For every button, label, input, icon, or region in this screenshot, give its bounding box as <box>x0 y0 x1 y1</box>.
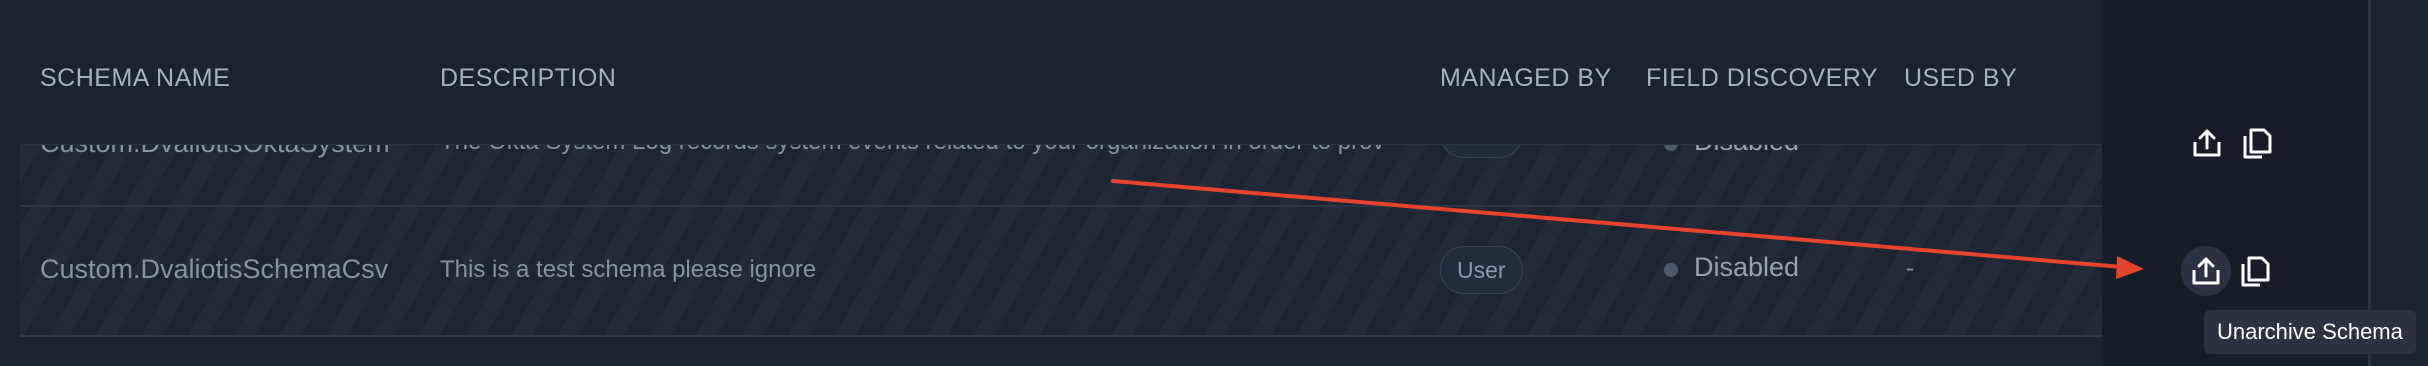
header-divider <box>20 144 2102 145</box>
table-header: SCHEMA NAME DESCRIPTION MANAGED BY FIELD… <box>0 0 2102 145</box>
copy-icon <box>2241 256 2270 287</box>
unarchive-button[interactable] <box>2181 246 2231 296</box>
duplicate-button[interactable] <box>2230 246 2280 296</box>
copy-icon <box>2243 128 2272 159</box>
duplicate-button[interactable] <box>2232 118 2282 168</box>
managed-by-badge: User <box>1440 246 1523 294</box>
column-header-used-by[interactable]: USED BY <box>1904 64 2017 93</box>
used-by-value: - <box>1906 255 1914 282</box>
description-cell: This is a test schema please ignore <box>440 256 817 283</box>
unarchive-icon <box>2193 129 2221 157</box>
column-header-description[interactable]: DESCRIPTION <box>440 64 616 93</box>
unarchive-button[interactable] <box>2182 118 2232 168</box>
row-divider <box>20 205 2292 207</box>
unarchive-icon <box>2192 257 2220 285</box>
column-header-schema-name[interactable]: SCHEMA NAME <box>40 64 230 93</box>
column-header-field-discovery[interactable]: FIELD DISCOVERY <box>1646 64 1878 93</box>
column-header-managed-by[interactable]: MANAGED BY <box>1440 64 1612 93</box>
field-discovery-status: Disabled <box>1694 252 1800 282</box>
row-divider <box>20 335 2292 337</box>
schema-name-cell[interactable]: Custom.DvaliotisSchemaCsv <box>40 254 440 285</box>
unarchive-tooltip: Unarchive Schema <box>2204 310 2416 354</box>
table-row[interactable]: Custom.DvaliotisSchemaCsv This is a test… <box>20 206 2102 336</box>
status-dot-icon <box>1664 263 1678 277</box>
